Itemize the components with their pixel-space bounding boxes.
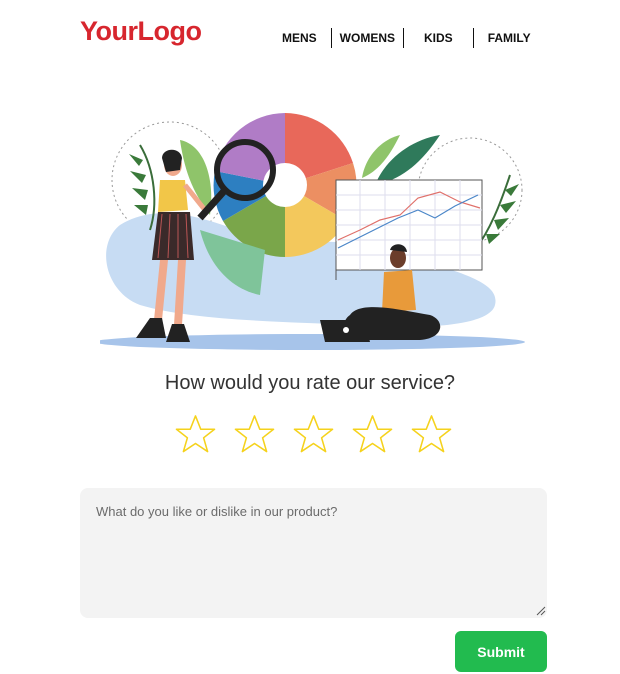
star-3-icon[interactable]: [293, 414, 334, 455]
logo[interactable]: YourLogo: [80, 16, 202, 47]
main-nav: MENS WOMENS KIDS FAMILY: [268, 28, 545, 48]
resize-grip-icon[interactable]: [536, 606, 546, 616]
star-rating: [175, 414, 452, 455]
nav-item-mens[interactable]: MENS: [268, 28, 331, 48]
star-1-icon[interactable]: [175, 414, 216, 455]
star-2-icon[interactable]: [234, 414, 275, 455]
star-4-icon[interactable]: [352, 414, 393, 455]
submit-button[interactable]: Submit: [455, 631, 547, 672]
nav-item-womens[interactable]: WOMENS: [330, 28, 403, 48]
site-header: YourLogo MENS WOMENS KIDS FAMILY: [0, 0, 620, 70]
analytics-illustration: [100, 113, 525, 350]
nav-item-family[interactable]: FAMILY: [472, 28, 545, 48]
star-5-icon[interactable]: [411, 414, 452, 455]
feedback-textarea[interactable]: [80, 488, 547, 618]
nav-item-kids[interactable]: KIDS: [403, 28, 473, 48]
rating-question: How would you rate our service?: [164, 372, 456, 394]
